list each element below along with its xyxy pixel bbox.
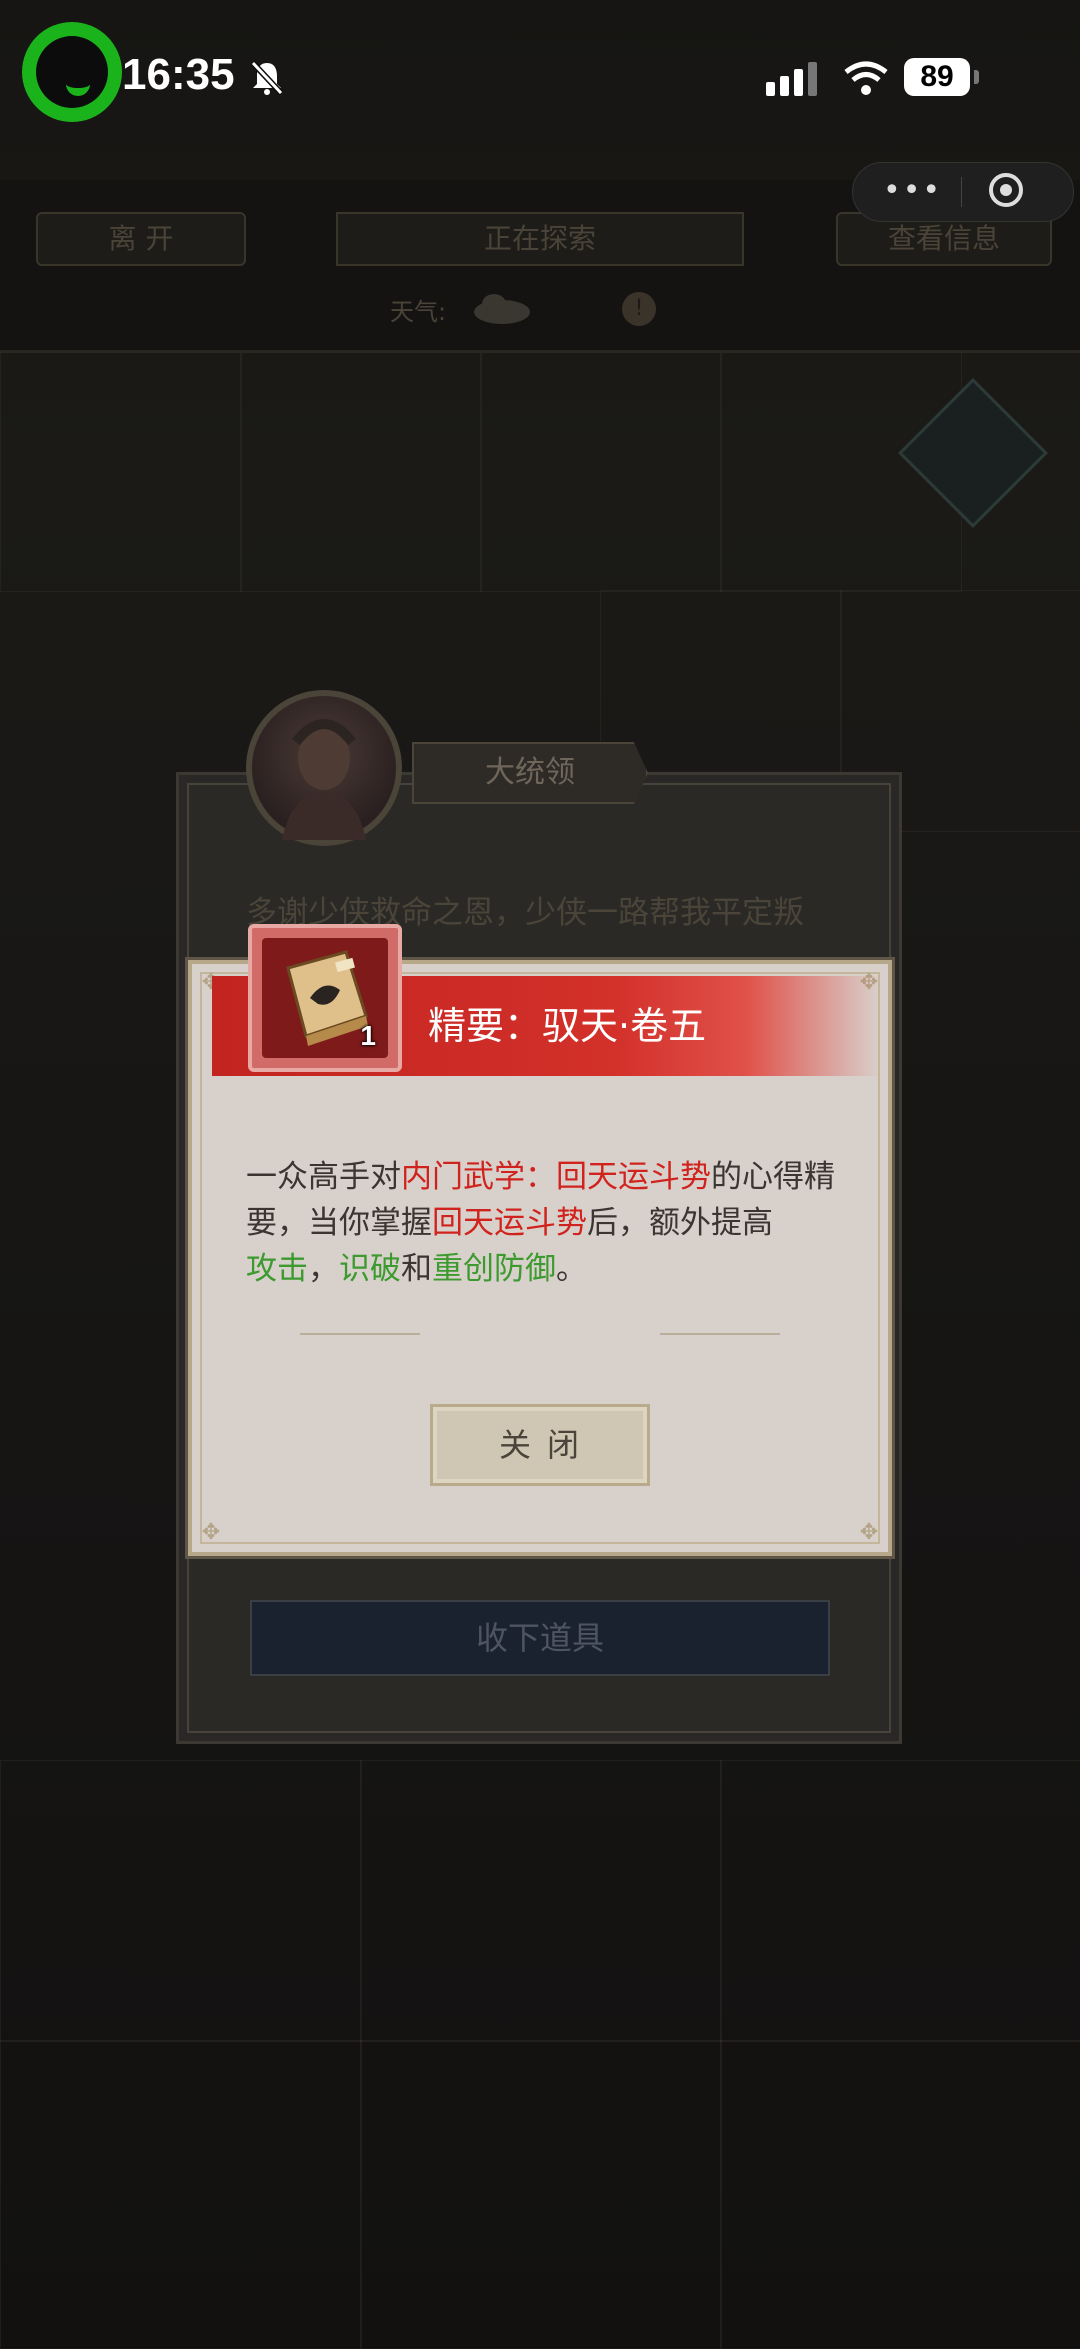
map-tile	[0, 2040, 362, 2349]
item-count: 1	[360, 1020, 376, 1051]
desc-stat-insight: 识破	[339, 1251, 401, 1287]
npc-name-tag: 大统领	[412, 742, 648, 804]
desc-text: ，	[308, 1251, 339, 1287]
map-tile	[240, 350, 482, 592]
map-tile	[360, 1760, 722, 2042]
silent-bell-icon	[250, 60, 284, 96]
exploring-banner: 正在探索	[336, 212, 744, 266]
map-tile	[720, 1760, 1080, 2042]
item-icon-frame: 1	[248, 924, 402, 1072]
desc-text: 和	[401, 1251, 432, 1287]
capsule-divider	[961, 177, 962, 207]
cellular-signal-icon	[766, 62, 817, 96]
map-tile	[0, 350, 242, 592]
divider-left	[300, 1333, 420, 1335]
map-tile	[0, 1760, 362, 2042]
accept-item-button[interactable]: 收下道具	[250, 1600, 830, 1676]
battery-indicator: 89	[904, 58, 970, 96]
corner-ornament: ✥	[201, 1520, 221, 1545]
desc-text: 一众高手对	[246, 1159, 401, 1195]
map-tile	[480, 350, 722, 592]
desc-skill-highlight: 内门武学：回天运斗势	[401, 1159, 711, 1195]
cloud-icon	[474, 294, 530, 324]
weather-info-icon[interactable]: !	[622, 292, 656, 326]
map-tile	[360, 2040, 722, 2349]
npc-avatar	[246, 690, 402, 846]
close-miniprogram-icon[interactable]	[989, 173, 1023, 207]
divider-right	[660, 1333, 780, 1335]
desc-skill-highlight: 回天运斗势	[432, 1205, 587, 1241]
desc-stat-critical-defense: 重创防御	[432, 1251, 556, 1287]
item-title: 精要：驭天·卷五	[428, 1004, 707, 1048]
battery-tip	[974, 70, 979, 84]
corner-ornament: ✥	[859, 1520, 879, 1545]
desc-text: 。	[556, 1251, 587, 1287]
weather-label: 天气:	[390, 298, 447, 326]
item-description: 一众高手对内门武学：回天运斗势的心得精要，当你掌握回天运斗势后，额外提高 攻击，识…	[246, 1154, 846, 1292]
close-button[interactable]: 关闭	[430, 1404, 650, 1486]
more-options-icon[interactable]: •••	[883, 173, 942, 208]
desc-stat-attack: 攻击	[246, 1251, 308, 1287]
leave-button[interactable]: 离 开	[36, 212, 246, 266]
map-tile	[720, 2040, 1080, 2349]
app-logo-icon	[22, 22, 122, 122]
wifi-icon	[844, 61, 888, 95]
desc-text: 后，额外提高	[587, 1205, 773, 1241]
status-time: 16:35	[122, 50, 235, 99]
miniprogram-capsule: •••	[852, 162, 1074, 222]
